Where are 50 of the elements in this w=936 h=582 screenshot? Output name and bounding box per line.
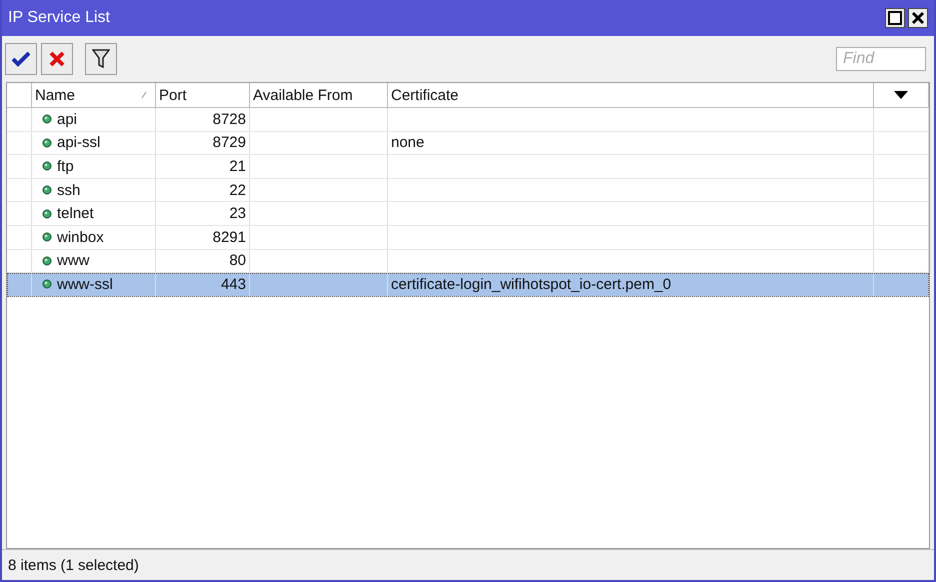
table-cell: www — [57, 252, 90, 270]
status-dot-icon — [42, 208, 52, 219]
funnel-icon — [92, 49, 110, 69]
column-header[interactable]: Certificate — [388, 83, 874, 107]
table-row[interactable]: ssh 22 — [7, 178, 929, 202]
table-cell: 8291 — [212, 228, 246, 246]
table-row[interactable]: ftp 21 — [7, 155, 929, 179]
table-row[interactable]: winbox 8291 — [7, 226, 929, 250]
maximize-icon[interactable] — [885, 8, 905, 28]
table-cell: api — [57, 110, 78, 128]
table-row[interactable]: telnet 23 — [7, 202, 929, 226]
table-cell: ftp — [57, 158, 74, 175]
sort-icon — [141, 91, 147, 99]
checkmark-icon — [12, 51, 30, 67]
table-cell: 22 — [229, 182, 246, 199]
column-header[interactable]: Name — [32, 83, 156, 107]
table-cell: winbox — [57, 228, 104, 246]
status-dot-icon — [42, 114, 52, 124]
status-dot-icon — [42, 279, 52, 290]
filter-button[interactable] — [85, 43, 117, 75]
table-cell: certificate-login_wifihotspot_io-cert.pem_0 — [391, 276, 672, 293]
enable-button[interactable] — [5, 43, 37, 75]
window-title: IP Service List — [8, 9, 111, 27]
status-dot-icon — [42, 185, 52, 196]
close-icon[interactable] — [908, 8, 928, 28]
table-cell: 21 — [229, 158, 246, 175]
table-cell: www-ssl — [57, 276, 113, 293]
table-cell: 80 — [229, 252, 246, 270]
table-cell: 443 — [220, 276, 246, 293]
dropdown-icon[interactable] — [894, 91, 908, 99]
table-row[interactable]: www-ssl 443 certificate-login_wifihotspot_io-cert.pem_0 — [7, 273, 929, 297]
status-dot-icon — [42, 138, 52, 148]
table-cell: api-ssl — [57, 134, 100, 152]
column-header[interactable]: Port — [156, 83, 250, 107]
table-row[interactable]: api 8728 — [7, 108, 929, 132]
table-cell: none — [391, 134, 424, 152]
column-header[interactable]: Available From — [250, 83, 388, 107]
status-dot-icon — [42, 256, 52, 266]
find-field[interactable]: Find — [836, 47, 926, 71]
status-dot-icon — [42, 161, 52, 172]
table-cell: 8728 — [212, 110, 246, 128]
table-cell: telnet — [57, 205, 94, 222]
table-cell: 23 — [229, 205, 246, 222]
table-row[interactable]: api-ssl 8729 none — [7, 132, 929, 156]
status-text: 8 items (1 selected) — [8, 556, 139, 574]
close-icon — [49, 51, 65, 67]
status-dot-icon — [42, 232, 52, 242]
table-cell: 8729 — [212, 134, 246, 152]
disable-button[interactable] — [41, 43, 73, 75]
table-cell: ssh — [57, 182, 80, 199]
